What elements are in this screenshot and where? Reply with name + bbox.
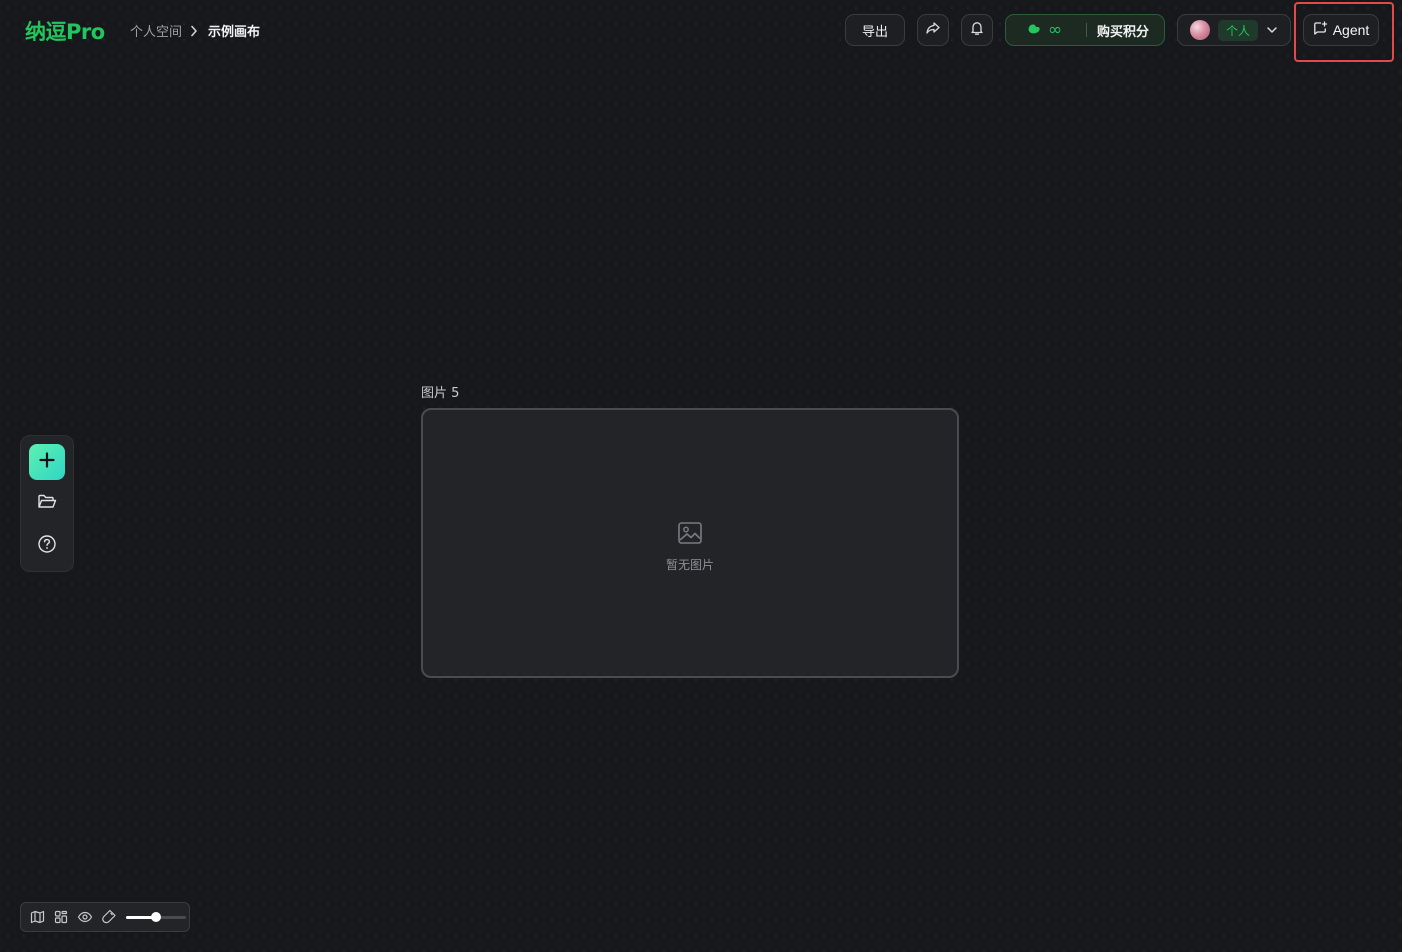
credits-value: ∞ <box>1048 19 1063 40</box>
left-toolbar <box>20 435 74 572</box>
bean-icon <box>1026 21 1042 39</box>
help-button[interactable] <box>29 531 65 561</box>
share-button[interactable] <box>917 14 949 46</box>
share-arrow-icon <box>925 20 941 40</box>
breadcrumb-current[interactable]: 示例画布 <box>208 21 260 40</box>
bottom-toolbar <box>20 902 190 932</box>
help-circle-icon <box>37 534 57 558</box>
agent-chat-icon <box>1313 21 1328 39</box>
zoom-handle[interactable] <box>151 912 161 922</box>
chevron-down-icon[interactable] <box>1266 26 1278 34</box>
app-logo[interactable]: 纳逗Pro <box>25 16 105 46</box>
map-icon[interactable] <box>28 908 46 926</box>
workspace-badge: 个人 <box>1218 19 1259 41</box>
magnet-icon[interactable] <box>100 908 118 926</box>
image-node[interactable]: 暂无图片 <box>421 408 959 678</box>
image-empty-state: 暂无图片 <box>423 520 957 573</box>
plus-icon <box>38 451 56 473</box>
add-node-button[interactable] <box>29 444 65 480</box>
export-button[interactable]: 导出 <box>845 14 905 46</box>
zoom-slider[interactable] <box>126 910 186 924</box>
credits-pill[interactable]: ∞ 购买积分 <box>1005 14 1165 46</box>
credits-balance: ∞ <box>1006 21 1086 39</box>
notifications-button[interactable] <box>961 14 993 46</box>
breadcrumb-parent[interactable]: 个人空间 <box>130 21 182 40</box>
breadcrumb: 个人空间 示例画布 <box>130 21 260 40</box>
empty-state-text: 暂无图片 <box>665 558 714 572</box>
image-node-title[interactable]: 图片 5 <box>421 382 459 401</box>
layout-icon[interactable] <box>52 908 70 926</box>
image-placeholder-icon <box>677 520 703 550</box>
agent-button[interactable]: Agent <box>1303 14 1379 46</box>
open-folder-button[interactable] <box>29 489 65 519</box>
eye-icon[interactable] <box>76 908 94 926</box>
profile-switcher[interactable]: 个人 <box>1177 14 1291 46</box>
folder-open-icon <box>37 493 57 515</box>
chevron-right-icon <box>190 25 198 37</box>
buy-credits-button[interactable]: 购买积分 <box>1087 21 1149 40</box>
agent-label: Agent <box>1332 22 1370 38</box>
avatar[interactable] <box>1190 20 1210 40</box>
bell-icon <box>969 20 985 40</box>
